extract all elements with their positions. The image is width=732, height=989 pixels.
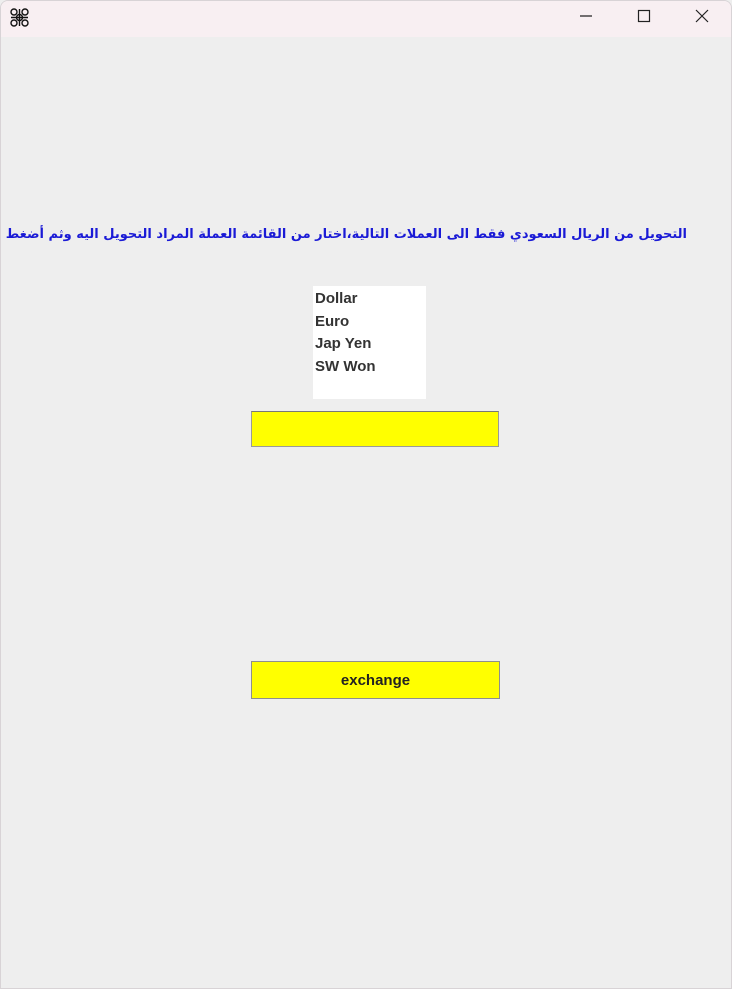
minimize-button[interactable]	[557, 1, 615, 35]
minimize-icon	[579, 9, 593, 28]
instruction-label: التحويل من الريال السعودي فقط الى العملا…	[0, 227, 687, 242]
list-item[interactable]: Jap Yen	[313, 333, 426, 356]
list-item[interactable]: SW Won	[313, 356, 426, 379]
tk-feather-icon	[9, 7, 31, 29]
maximize-button[interactable]	[615, 1, 673, 35]
title-bar	[1, 1, 731, 37]
list-item[interactable]: Dollar	[313, 288, 426, 311]
amount-input[interactable]	[251, 411, 499, 447]
currency-listbox[interactable]: Dollar Euro Jap Yen SW Won	[313, 286, 426, 399]
app-window: التحويل من الريال السعودي فقط الى العملا…	[0, 0, 732, 989]
exchange-button[interactable]: exchange	[251, 661, 500, 699]
maximize-icon	[637, 9, 651, 28]
close-icon	[695, 9, 709, 28]
close-button[interactable]	[673, 1, 731, 35]
list-item[interactable]: Euro	[313, 311, 426, 334]
